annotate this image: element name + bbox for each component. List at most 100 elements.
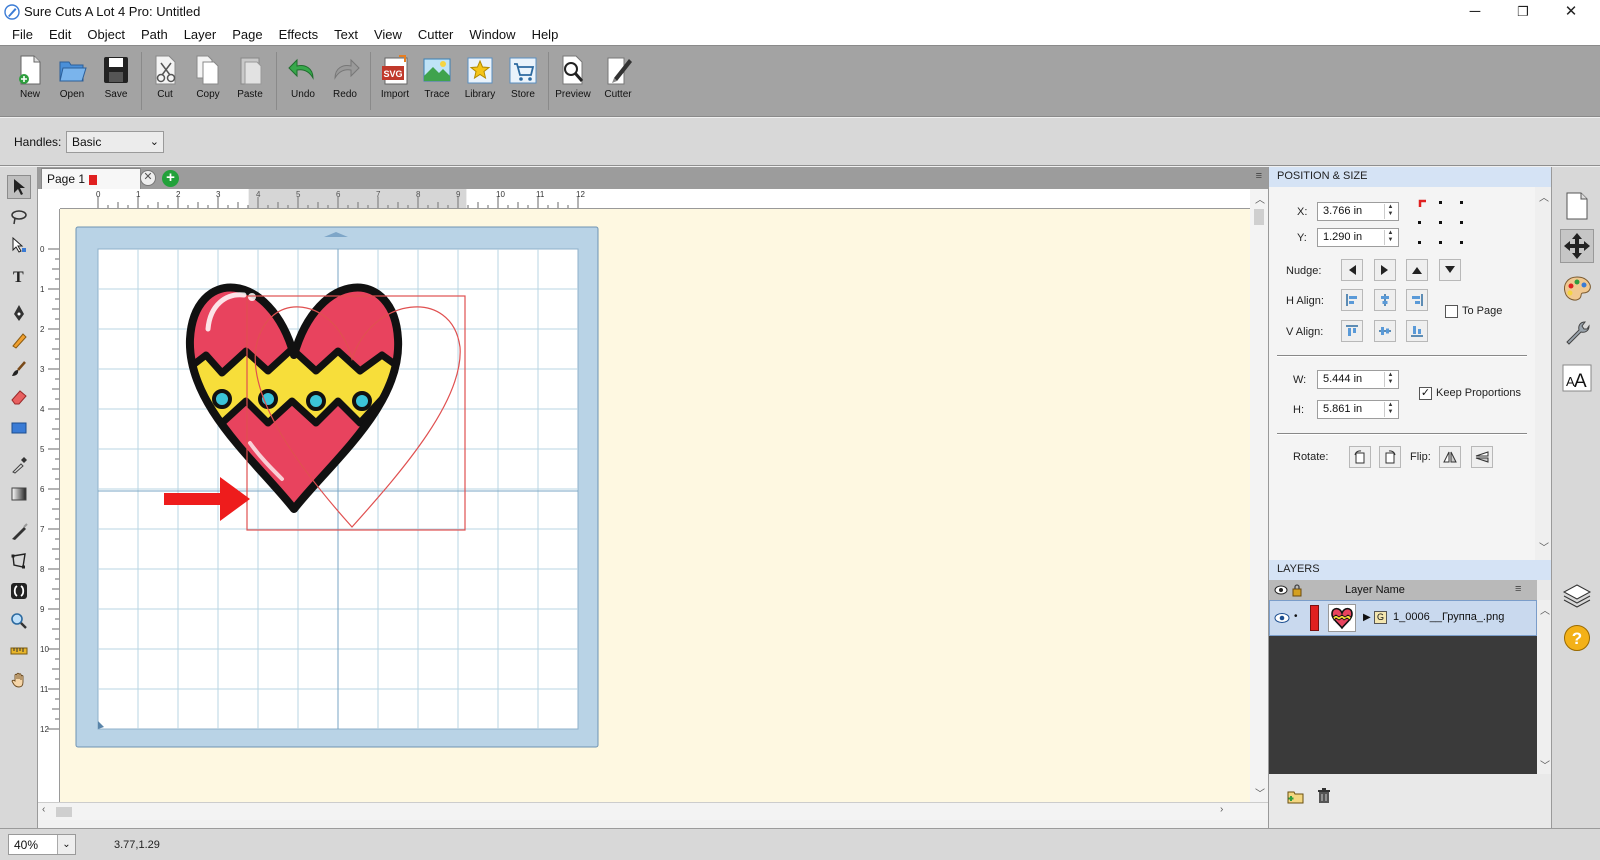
- import-button[interactable]: SVG Import: [374, 54, 416, 110]
- scroll-down-icon[interactable]: ﹀: [1255, 785, 1265, 800]
- width-stepper-icon[interactable]: ▲ ▼: [1384, 372, 1396, 387]
- reference-point-grid[interactable]: [1415, 197, 1471, 247]
- pan-tool[interactable]: [7, 668, 31, 692]
- add-layer-icon[interactable]: [1287, 788, 1305, 804]
- rectangle-tool[interactable]: [7, 416, 31, 440]
- height-field[interactable]: 5.861 in ▲ ▼: [1317, 400, 1399, 419]
- help-button[interactable]: ?: [1560, 621, 1594, 655]
- rotate-left-button[interactable]: [1349, 446, 1371, 468]
- x-field[interactable]: 3.766 in ▲ ▼: [1317, 202, 1399, 221]
- x-stepper-icon[interactable]: ▲ ▼: [1384, 204, 1396, 219]
- layers-scrollbar[interactable]: ︿ ﹀: [1537, 600, 1552, 774]
- settings-panel-button[interactable]: [1560, 315, 1594, 349]
- delete-layer-icon[interactable]: [1317, 788, 1331, 804]
- menu-help[interactable]: Help: [524, 24, 567, 45]
- cut-button[interactable]: Cut: [144, 54, 186, 110]
- height-stepper-icon[interactable]: ▲ ▼: [1384, 402, 1396, 417]
- flip-horizontal-button[interactable]: [1439, 446, 1461, 468]
- width-field[interactable]: 5.444 in ▲ ▼: [1317, 370, 1399, 389]
- brush-tool[interactable]: [7, 357, 31, 381]
- copy-button[interactable]: Copy: [187, 54, 229, 110]
- vertical-scroll-thumb[interactable]: [1254, 209, 1264, 225]
- knife-tool[interactable]: [7, 520, 31, 544]
- align-middle-button[interactable]: [1374, 320, 1396, 342]
- scroll-right-icon[interactable]: ›: [1220, 804, 1223, 815]
- trace-button[interactable]: Trace: [416, 54, 458, 110]
- horizontal-scrollbar[interactable]: ‹ ›: [38, 802, 1268, 820]
- y-stepper-icon[interactable]: ▲ ▼: [1384, 230, 1396, 245]
- new-button[interactable]: New: [9, 54, 51, 110]
- tab-menu-icon[interactable]: ≡: [1256, 170, 1262, 182]
- tab-page-1[interactable]: Page 1: [41, 168, 141, 189]
- nudge-right-button[interactable]: [1374, 259, 1396, 281]
- menu-effects[interactable]: Effects: [271, 24, 327, 45]
- transform-tool[interactable]: [7, 549, 31, 573]
- align-top-button[interactable]: [1341, 320, 1363, 342]
- menu-view[interactable]: View: [366, 24, 410, 45]
- menu-page[interactable]: Page: [224, 24, 270, 45]
- pencil-tool[interactable]: [7, 328, 31, 352]
- design-canvas[interactable]: [60, 209, 1262, 802]
- menu-object[interactable]: Object: [79, 24, 133, 45]
- add-page-icon[interactable]: +: [162, 170, 179, 187]
- text-tool[interactable]: T: [7, 264, 31, 288]
- gradient-tool[interactable]: [7, 482, 31, 506]
- layer-name[interactable]: 1_0006__Группа_.png: [1393, 611, 1504, 623]
- paste-button[interactable]: Paste: [229, 54, 271, 110]
- save-button[interactable]: Save: [95, 54, 137, 110]
- keep-proportions-checkbox[interactable]: ✓: [1419, 387, 1432, 400]
- nudge-left-button[interactable]: [1341, 259, 1363, 281]
- layer-color-swatch[interactable]: [1310, 605, 1319, 631]
- maximize-button[interactable]: ❐: [1500, 0, 1546, 24]
- align-right-button[interactable]: [1406, 289, 1428, 311]
- menu-cutter[interactable]: Cutter: [410, 24, 461, 45]
- layers-panel-button[interactable]: [1560, 579, 1594, 613]
- lock-toggle[interactable]: •: [1294, 611, 1298, 622]
- layers-menu-icon[interactable]: ≡: [1515, 583, 1521, 595]
- menu-layer[interactable]: Layer: [176, 24, 225, 45]
- pen-tool[interactable]: [7, 301, 31, 325]
- close-page-icon[interactable]: ✕: [140, 170, 156, 186]
- nudge-down-button[interactable]: [1439, 259, 1461, 281]
- library-button[interactable]: Library: [459, 54, 501, 110]
- weld-tool[interactable]: [7, 579, 31, 603]
- y-field[interactable]: 1.290 in ▲ ▼: [1317, 228, 1399, 247]
- cutter-button[interactable]: Cutter: [597, 54, 639, 110]
- vertical-scrollbar[interactable]: ︿ ﹀: [1250, 189, 1268, 802]
- preview-button[interactable]: Preview: [552, 54, 594, 110]
- expand-triangle-icon[interactable]: ▶: [1363, 612, 1371, 623]
- eraser-tool[interactable]: [7, 385, 31, 409]
- scroll-up-icon[interactable]: ︿: [1540, 602, 1550, 617]
- zoom-tool[interactable]: [7, 609, 31, 633]
- undo-button[interactable]: Undo: [282, 54, 324, 110]
- menu-path[interactable]: Path: [133, 24, 176, 45]
- zoom-dropdown[interactable]: 40% ⌄: [8, 834, 76, 855]
- align-bottom-button[interactable]: [1406, 320, 1428, 342]
- horizontal-scroll-thumb[interactable]: [56, 807, 72, 817]
- redo-button[interactable]: Redo: [324, 54, 366, 110]
- ruler-tool[interactable]: [7, 639, 31, 663]
- to-page-checkbox[interactable]: [1445, 305, 1458, 318]
- menu-window[interactable]: Window: [461, 24, 523, 45]
- panel-scrollbar[interactable]: ︿ ﹀: [1535, 187, 1551, 560]
- align-center-h-button[interactable]: [1374, 289, 1396, 311]
- text-panel-button[interactable]: AA: [1560, 361, 1594, 395]
- menu-edit[interactable]: Edit: [41, 24, 79, 45]
- handles-dropdown[interactable]: Basic ⌄: [66, 131, 164, 153]
- rotate-right-button[interactable]: [1379, 446, 1401, 468]
- layer-row[interactable]: • ▶ G 1_0006__Группа_.png: [1269, 600, 1537, 636]
- menu-text[interactable]: Text: [326, 24, 366, 45]
- page-panel-button[interactable]: [1560, 189, 1594, 223]
- eye-icon[interactable]: [1274, 612, 1290, 624]
- open-button[interactable]: Open: [51, 54, 93, 110]
- store-button[interactable]: Store: [502, 54, 544, 110]
- scroll-left-icon[interactable]: ‹: [42, 804, 45, 815]
- node-edit-tool[interactable]: [7, 233, 31, 257]
- align-left-button[interactable]: [1341, 289, 1363, 311]
- menu-file[interactable]: File: [4, 24, 41, 45]
- scroll-up-icon[interactable]: ︿: [1539, 189, 1549, 204]
- scroll-down-icon[interactable]: ﹀: [1540, 757, 1550, 772]
- lasso-tool[interactable]: [7, 205, 31, 229]
- select-tool[interactable]: [7, 175, 31, 199]
- scroll-up-icon[interactable]: ︿: [1255, 191, 1265, 206]
